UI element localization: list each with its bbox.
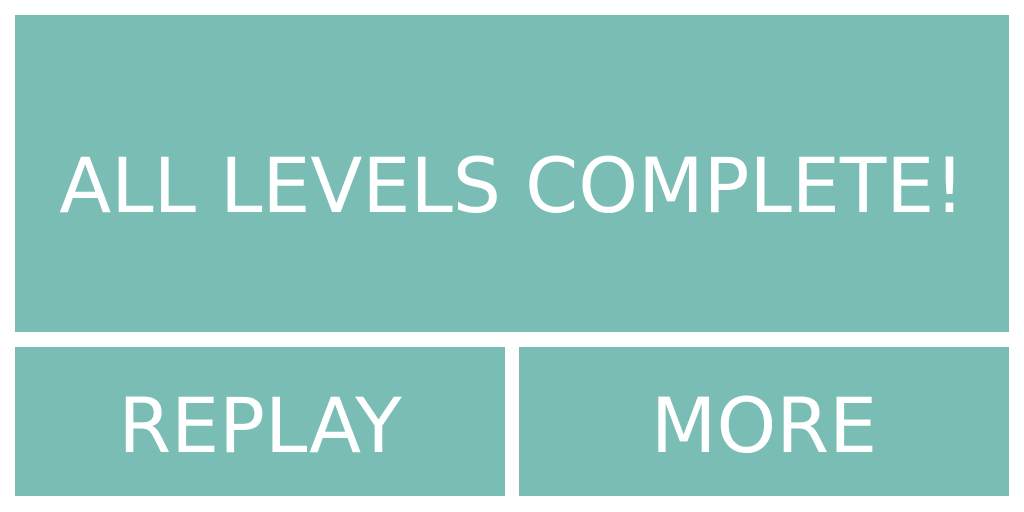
replay-button-label: REPLAY bbox=[118, 381, 402, 470]
completion-banner: ALL LEVELS COMPLETE! bbox=[15, 15, 1009, 332]
more-button-label: MORE bbox=[650, 381, 878, 470]
replay-button[interactable]: REPLAY bbox=[15, 347, 505, 496]
game-complete-screen: ALL LEVELS COMPLETE! REPLAY MORE bbox=[0, 0, 1024, 512]
more-button[interactable]: MORE bbox=[519, 347, 1009, 496]
completion-title: ALL LEVELS COMPLETE! bbox=[59, 141, 965, 230]
